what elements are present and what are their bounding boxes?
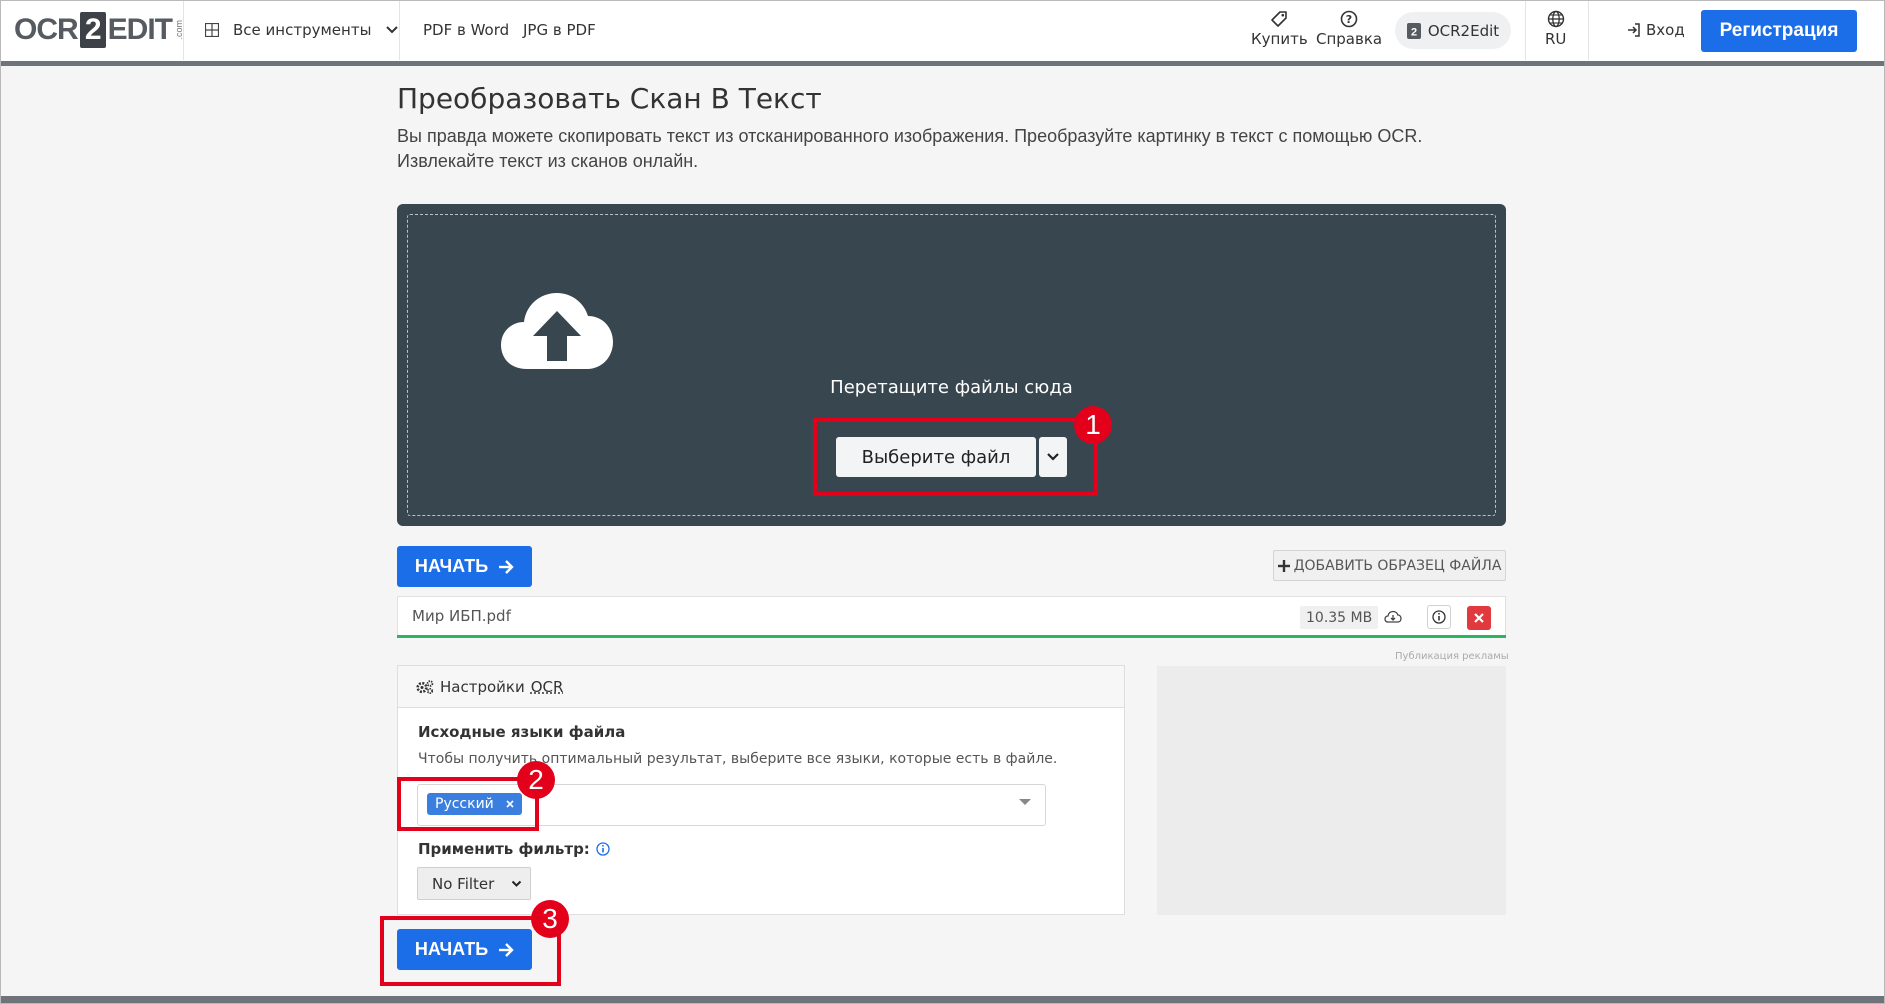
login-label: Вход <box>1646 21 1685 39</box>
annotation-number-2: 2 <box>517 761 555 799</box>
header-divider <box>1525 0 1526 60</box>
filter-select[interactable]: No Filter <box>417 867 531 900</box>
delete-file-button[interactable] <box>1467 606 1491 630</box>
ocr2edit-brand-pill[interactable]: 2 OCR2Edit <box>1395 12 1511 49</box>
gears-icon <box>416 679 434 694</box>
sign-in-icon <box>1628 23 1640 37</box>
nav-pdf-to-word[interactable]: PDF в Word <box>423 0 509 60</box>
svg-text:2: 2 <box>1411 26 1417 38</box>
ocr2edit-brand-label: OCR2Edit <box>1427 21 1500 40</box>
source-languages-title: Исходные языки файла <box>418 723 626 741</box>
globe-icon <box>1547 10 1564 28</box>
header-divider <box>1588 0 1589 60</box>
logo-two: 2 <box>79 12 106 48</box>
all-tools-label: Все инструменты <box>233 21 372 39</box>
all-tools-menu[interactable]: Все инструменты <box>205 0 399 60</box>
filter-select-value: No Filter <box>432 874 495 893</box>
question-icon: ? <box>1340 10 1358 28</box>
cloud-download-button[interactable] <box>1381 605 1405 629</box>
info-icon <box>1432 610 1446 624</box>
tag-icon <box>1271 11 1288 27</box>
help-label: Справка <box>1316 30 1383 48</box>
nav-jpg-to-pdf[interactable]: JPG в PDF <box>523 0 596 60</box>
login-link[interactable]: Вход <box>1627 0 1685 60</box>
chevron-down-icon <box>511 880 522 887</box>
start-label: НАЧАТЬ <box>414 556 489 576</box>
settings-title-prefix: Настройки <box>440 677 525 696</box>
arrow-right-icon <box>499 559 514 574</box>
dropzone-text: Перетащите файлы сюда <box>830 377 1073 398</box>
add-sample-label: ДОБАВИТЬ ОБРАЗЕЦ ФАЙЛА <box>1293 557 1502 574</box>
ocr-settings-header: Настройки OCR <box>397 665 1125 708</box>
logo-suffix: EDIT <box>107 13 173 46</box>
chevron-down-icon <box>386 26 399 34</box>
header-divider <box>399 0 400 60</box>
page-description: Вы правда можете скопировать текст из от… <box>397 126 1423 171</box>
plus-icon <box>1277 559 1290 572</box>
header-bottom-stripe <box>1 61 1884 66</box>
ocr2edit-logo-icon: 2 <box>1406 22 1421 39</box>
site-logo[interactable]: OCR 2 EDIT .com <box>14 10 184 50</box>
language-dropdown-caret[interactable] <box>1019 799 1031 805</box>
start-button-top[interactable]: НАЧАТЬ <box>397 546 532 587</box>
language-label: RU <box>1545 30 1567 48</box>
cloud-upload-icon <box>501 293 613 369</box>
header-divider <box>183 0 184 60</box>
add-sample-file-button[interactable]: ДОБАВИТЬ ОБРАЗЕЦ ФАЙЛА <box>1273 550 1506 581</box>
info-icon[interactable] <box>596 842 610 856</box>
uploaded-file-name: Мир ИБП.pdf <box>412 607 511 625</box>
settings-title-ocr: OCR <box>530 677 564 696</box>
source-languages-hint: Чтобы получить оптимальный результат, вы… <box>418 751 1058 767</box>
buy-button[interactable]: Купить <box>1251 10 1308 48</box>
logo-prefix: OCR <box>14 13 79 46</box>
help-button[interactable]: ? Справка <box>1316 10 1382 48</box>
language-switcher[interactable]: RU <box>1545 10 1566 48</box>
file-info-button[interactable] <box>1427 605 1451 629</box>
ad-label: Публикация рекламы <box>1395 651 1509 662</box>
annotation-box-1 <box>813 418 1098 496</box>
filter-label-text: Применить фильтр: <box>418 840 590 858</box>
annotation-number-1: 1 <box>1074 406 1112 444</box>
file-upload-progress-bar <box>397 635 1506 638</box>
footer-stripe <box>1 996 1884 1003</box>
annotation-number-3: 3 <box>531 900 569 938</box>
filter-label: Применить фильтр: <box>418 840 610 858</box>
page-title: Преобразовать Скан В Текст <box>397 82 822 115</box>
register-button[interactable]: Регистрация <box>1701 10 1857 52</box>
close-icon <box>1474 613 1484 623</box>
ad-placeholder <box>1157 666 1506 915</box>
grid-icon <box>205 23 219 37</box>
cloud-download-icon <box>1384 610 1402 623</box>
svg-text:?: ? <box>1346 13 1352 26</box>
uploaded-file-size: 10.35 MB <box>1300 606 1379 629</box>
buy-label: Купить <box>1251 30 1308 48</box>
